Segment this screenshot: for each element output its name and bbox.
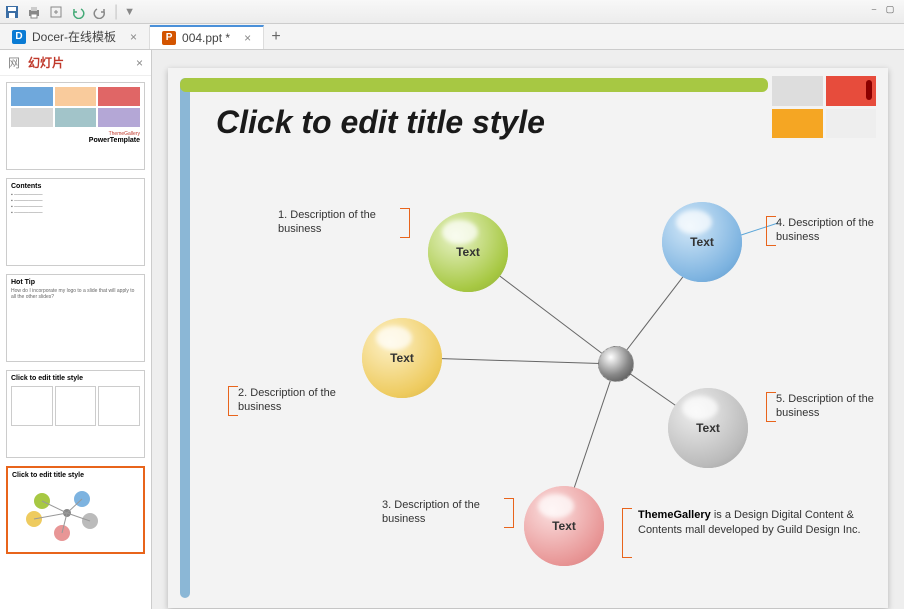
undo-icon[interactable] xyxy=(70,4,86,20)
slide-thumb-5[interactable]: Click to edit title style xyxy=(6,466,145,554)
quick-access-toolbar: | ▼ ⎯ ▢ xyxy=(0,0,904,24)
node-3-ball[interactable]: Text xyxy=(524,486,604,566)
save-icon[interactable] xyxy=(4,4,20,20)
slide-title[interactable]: Click to edit title style xyxy=(216,104,545,141)
min-icon[interactable]: ⎯ xyxy=(868,3,880,15)
thumb-title: Contents xyxy=(11,183,140,190)
slide-accent-left xyxy=(180,78,190,598)
thumb-title: Hot Tip xyxy=(11,279,140,286)
tab-docer[interactable]: D Docer-在线模板 × xyxy=(0,25,150,49)
export-icon[interactable] xyxy=(48,4,64,20)
side-panel-header: 网 幻灯片 × xyxy=(0,50,151,76)
tab-label: 004.ppt * xyxy=(182,31,230,45)
tile-red xyxy=(826,76,877,106)
close-icon[interactable]: × xyxy=(136,56,143,70)
node-5-ball[interactable]: Text xyxy=(668,388,748,468)
slide-canvas: Click to edit title style Text Text Text… xyxy=(152,50,904,609)
node-1-desc[interactable]: 1. Description of the business xyxy=(278,208,398,237)
hub-node[interactable] xyxy=(598,346,634,382)
thumb-body: How do I incorporate my logo to a slide … xyxy=(11,288,140,300)
main-area: 网 幻灯片 × ThemeGallery PowerTemplate Conte… xyxy=(0,50,904,609)
ppt-icon: P xyxy=(162,31,176,45)
side-tab-label[interactable]: 幻灯片 xyxy=(28,54,64,71)
node-4-desc[interactable]: 4. Description of the business xyxy=(776,216,896,245)
close-icon[interactable]: × xyxy=(244,31,251,45)
slide-thumb-2[interactable]: Contents ▪ ────────▪ ────────▪ ────────▪… xyxy=(6,178,145,266)
redo-icon[interactable] xyxy=(92,4,108,20)
bracket-icon xyxy=(622,508,632,558)
node-1-ball[interactable]: Text xyxy=(428,212,508,292)
node-5-desc[interactable]: 5. Description of the business xyxy=(776,392,896,421)
corner-tiles xyxy=(772,76,876,138)
document-tabs: D Docer-在线模板 × P 004.ppt * × + xyxy=(0,24,904,50)
bracket-icon xyxy=(228,386,238,416)
bracket-icon xyxy=(766,216,776,246)
tile-yellow xyxy=(772,109,823,139)
bracket-icon xyxy=(766,392,776,422)
slide[interactable]: Click to edit title style Text Text Text… xyxy=(168,68,888,608)
docer-icon: D xyxy=(12,30,26,44)
node-4-ball[interactable]: Text xyxy=(662,202,742,282)
footer-text[interactable]: ThemeGallery is a Design Digital Content… xyxy=(638,508,868,539)
node-2-desc[interactable]: 2. Description of the business xyxy=(238,386,358,415)
tab-label: Docer-在线模板 xyxy=(32,28,116,45)
slide-accent-top xyxy=(180,78,768,92)
slide-thumbnails-panel: 网 幻灯片 × ThemeGallery PowerTemplate Conte… xyxy=(0,50,152,609)
thumb-title: PowerTemplate xyxy=(11,137,140,144)
node-2-ball[interactable]: Text xyxy=(362,318,442,398)
bracket-icon xyxy=(400,208,410,238)
tile-photo-2 xyxy=(826,109,877,139)
thumbnail-list: ThemeGallery PowerTemplate Contents ▪ ──… xyxy=(0,76,151,609)
close-icon[interactable]: × xyxy=(130,30,137,44)
add-tab-button[interactable]: + xyxy=(264,28,288,46)
slide-thumb-1[interactable]: ThemeGallery PowerTemplate xyxy=(6,82,145,170)
thumb-title: Click to edit title style xyxy=(11,375,140,382)
node-3-desc[interactable]: 3. Description of the business xyxy=(382,498,502,527)
side-left-tab[interactable]: 网 xyxy=(8,54,20,71)
slide-thumb-4[interactable]: Click to edit title style xyxy=(6,370,145,458)
tile-photo-1 xyxy=(772,76,823,106)
thumb-title: Click to edit title style xyxy=(12,472,139,479)
print-icon[interactable] xyxy=(26,4,42,20)
slide-thumb-3[interactable]: Hot Tip How do I incorporate my logo to … xyxy=(6,274,145,362)
tab-ppt[interactable]: P 004.ppt * × xyxy=(150,25,264,49)
bracket-icon xyxy=(504,498,514,528)
window-controls: ⎯ ▢ xyxy=(868,3,896,15)
max-icon[interactable]: ▢ xyxy=(884,3,896,15)
